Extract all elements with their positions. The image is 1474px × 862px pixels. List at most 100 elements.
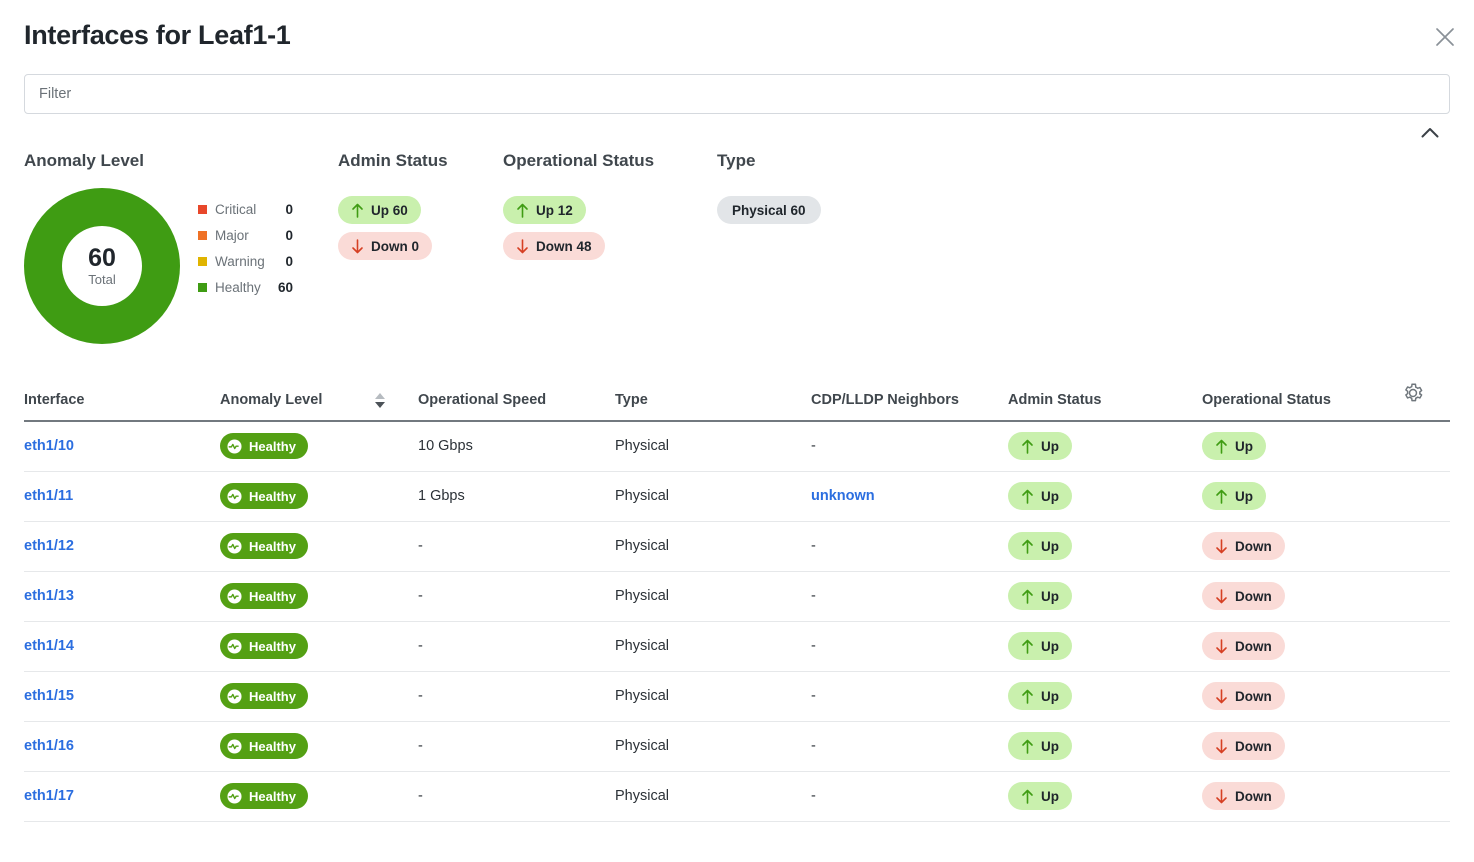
- anomaly-badge[interactable]: Healthy: [220, 783, 308, 809]
- table-row[interactable]: eth1/10 Healthy 10 Gbps Physical - Up Up: [24, 421, 1450, 472]
- interface-link[interactable]: eth1/15: [24, 688, 74, 704]
- type-chip[interactable]: Physical 60: [717, 196, 821, 224]
- status-chip-down[interactable]: Down: [1202, 682, 1285, 710]
- summary-type-title: Type: [717, 151, 756, 170]
- table-row[interactable]: eth1/14 Healthy - Physical - Up Down: [24, 621, 1450, 672]
- operational-status-chip[interactable]: Up 12: [503, 196, 586, 224]
- arrow-down-icon: [1215, 588, 1228, 604]
- anomaly-badge[interactable]: Healthy: [220, 733, 308, 759]
- anomaly-badge[interactable]: Healthy: [220, 633, 308, 659]
- status-chip-down[interactable]: Down: [1202, 582, 1285, 610]
- table-settings-header: [1402, 382, 1450, 422]
- arrow-down-icon: [516, 238, 529, 254]
- status-chip-up[interactable]: Up: [1008, 432, 1072, 461]
- interface-link[interactable]: eth1/11: [24, 488, 73, 504]
- interface-link[interactable]: eth1/17: [24, 788, 74, 804]
- summary-operational-title: Operational Status: [503, 151, 655, 170]
- table-row[interactable]: eth1/16 Healthy - Physical - Up Down: [24, 721, 1450, 772]
- status-chip-down[interactable]: Down: [1202, 532, 1285, 560]
- anomaly-badge-label: Healthy: [249, 688, 296, 704]
- cell-operational-status: Down: [1202, 771, 1450, 822]
- column-header-admin-status[interactable]: Admin Status: [1008, 382, 1202, 422]
- column-header-type[interactable]: Type: [615, 382, 811, 422]
- cell-type: Physical: [615, 521, 811, 572]
- neighbor-link[interactable]: unknown: [811, 488, 875, 504]
- arrow-down-icon: [1215, 538, 1228, 554]
- status-chip-up[interactable]: Up: [1202, 482, 1266, 510]
- status-chip-up[interactable]: Up: [1008, 732, 1072, 760]
- anomaly-badge[interactable]: Healthy: [220, 483, 308, 509]
- chip-label: Down 0: [371, 238, 420, 254]
- status-chip-up[interactable]: Up: [1008, 632, 1072, 660]
- cell-cdp-lldp-neighbors: -: [811, 721, 1008, 772]
- interface-link[interactable]: eth1/10: [24, 438, 74, 454]
- interface-link[interactable]: eth1/16: [24, 738, 74, 754]
- status-chip-up[interactable]: Up: [1008, 682, 1072, 710]
- cell-admin-status: Up: [1008, 571, 1202, 622]
- gear-icon[interactable]: [1402, 382, 1424, 408]
- cell-admin-status: Up: [1008, 621, 1202, 672]
- status-chip-label: Up: [1041, 738, 1059, 754]
- status-chip-down[interactable]: Down: [1202, 732, 1285, 760]
- anomaly-badge[interactable]: Healthy: [220, 433, 308, 460]
- column-header-operational-speed[interactable]: Operational Speed: [418, 382, 615, 422]
- status-chip-down[interactable]: Down: [1202, 782, 1285, 810]
- column-header-cdp-lldp-neighbors[interactable]: CDP/LLDP Neighbors: [811, 382, 1008, 422]
- arrow-down-icon: [1215, 788, 1228, 804]
- status-chip-label: Up: [1041, 538, 1059, 554]
- cell-type: Physical: [615, 621, 811, 672]
- table-row[interactable]: eth1/13 Healthy - Physical - Up Down: [24, 571, 1450, 622]
- cell-anomaly-level: Healthy: [220, 421, 418, 472]
- neighbor-value: -: [811, 538, 816, 554]
- chip-label: Physical 60: [732, 202, 806, 218]
- sort-toggle-anomaly-level[interactable]: [375, 382, 418, 422]
- health-pulse-icon: [227, 439, 242, 454]
- table-row[interactable]: eth1/11 Healthy 1 Gbps Physical unknown Up Up: [24, 471, 1450, 522]
- table-row[interactable]: eth1/12 Healthy - Physical - Up Down: [24, 521, 1450, 572]
- status-chip-up[interactable]: Up: [1008, 782, 1072, 810]
- interfaces-table-wrap: Interface Anomaly Level Operational Spee…: [0, 382, 1474, 822]
- donut-center: 60 Total: [62, 226, 142, 306]
- arrow-up-icon: [1021, 489, 1034, 504]
- cell-interface: eth1/10: [24, 421, 220, 472]
- legend-item[interactable]: Healthy 60: [198, 274, 293, 300]
- column-header-operational-status[interactable]: Operational Status: [1202, 382, 1402, 422]
- status-chip-up[interactable]: Up: [1008, 532, 1072, 560]
- interface-link[interactable]: eth1/14: [24, 638, 74, 654]
- legend-item[interactable]: Warning 0: [198, 248, 293, 274]
- legend-item[interactable]: Major 0: [198, 222, 293, 248]
- status-chip-down[interactable]: Down: [1202, 632, 1285, 660]
- operational-status-chip[interactable]: Down 48: [503, 232, 605, 260]
- legend-item[interactable]: Critical 0: [198, 196, 293, 222]
- interface-link[interactable]: eth1/13: [24, 588, 74, 604]
- anomaly-badge[interactable]: Healthy: [220, 683, 308, 709]
- anomaly-badge-label: Healthy: [249, 638, 296, 654]
- anomaly-badge-label: Healthy: [249, 738, 296, 754]
- status-chip-up[interactable]: Up: [1202, 432, 1266, 461]
- summary-anomaly-title: Anomaly Level: [24, 151, 144, 170]
- status-chip-label: Up: [1041, 438, 1059, 454]
- anomaly-badge[interactable]: Healthy: [220, 583, 308, 609]
- status-chip-label: Up: [1041, 688, 1059, 704]
- operational-status-chips: Up 12 Down 48: [503, 196, 717, 268]
- chevron-up-icon[interactable]: [1416, 122, 1444, 142]
- close-icon[interactable]: [1428, 20, 1462, 54]
- interfaces-panel: Interfaces for Leaf1-1 Anomaly Level 60: [0, 0, 1474, 862]
- status-chip-up[interactable]: Up: [1008, 482, 1072, 510]
- admin-status-chip[interactable]: Down 0: [338, 232, 433, 260]
- anomaly-badge[interactable]: Healthy: [220, 533, 308, 559]
- status-chip-up[interactable]: Up: [1008, 582, 1072, 610]
- column-header-anomaly-level[interactable]: Anomaly Level: [220, 382, 375, 422]
- neighbor-value: -: [811, 638, 816, 654]
- column-header-interface[interactable]: Interface: [24, 382, 220, 422]
- sort-descending-icon: [375, 402, 385, 408]
- table-row[interactable]: eth1/15 Healthy - Physical - Up Down: [24, 671, 1450, 722]
- table-row[interactable]: eth1/17 Healthy - Physical - Up Down: [24, 771, 1450, 822]
- interface-link[interactable]: eth1/12: [24, 538, 74, 554]
- anomaly-donut-chart: 60 Total: [24, 188, 180, 344]
- admin-status-chip[interactable]: Up 60: [338, 196, 421, 224]
- cell-interface: eth1/11: [24, 471, 220, 522]
- status-chip-label: Down: [1235, 588, 1272, 604]
- filter-input[interactable]: [24, 74, 1450, 114]
- status-chip-label: Down: [1235, 688, 1272, 704]
